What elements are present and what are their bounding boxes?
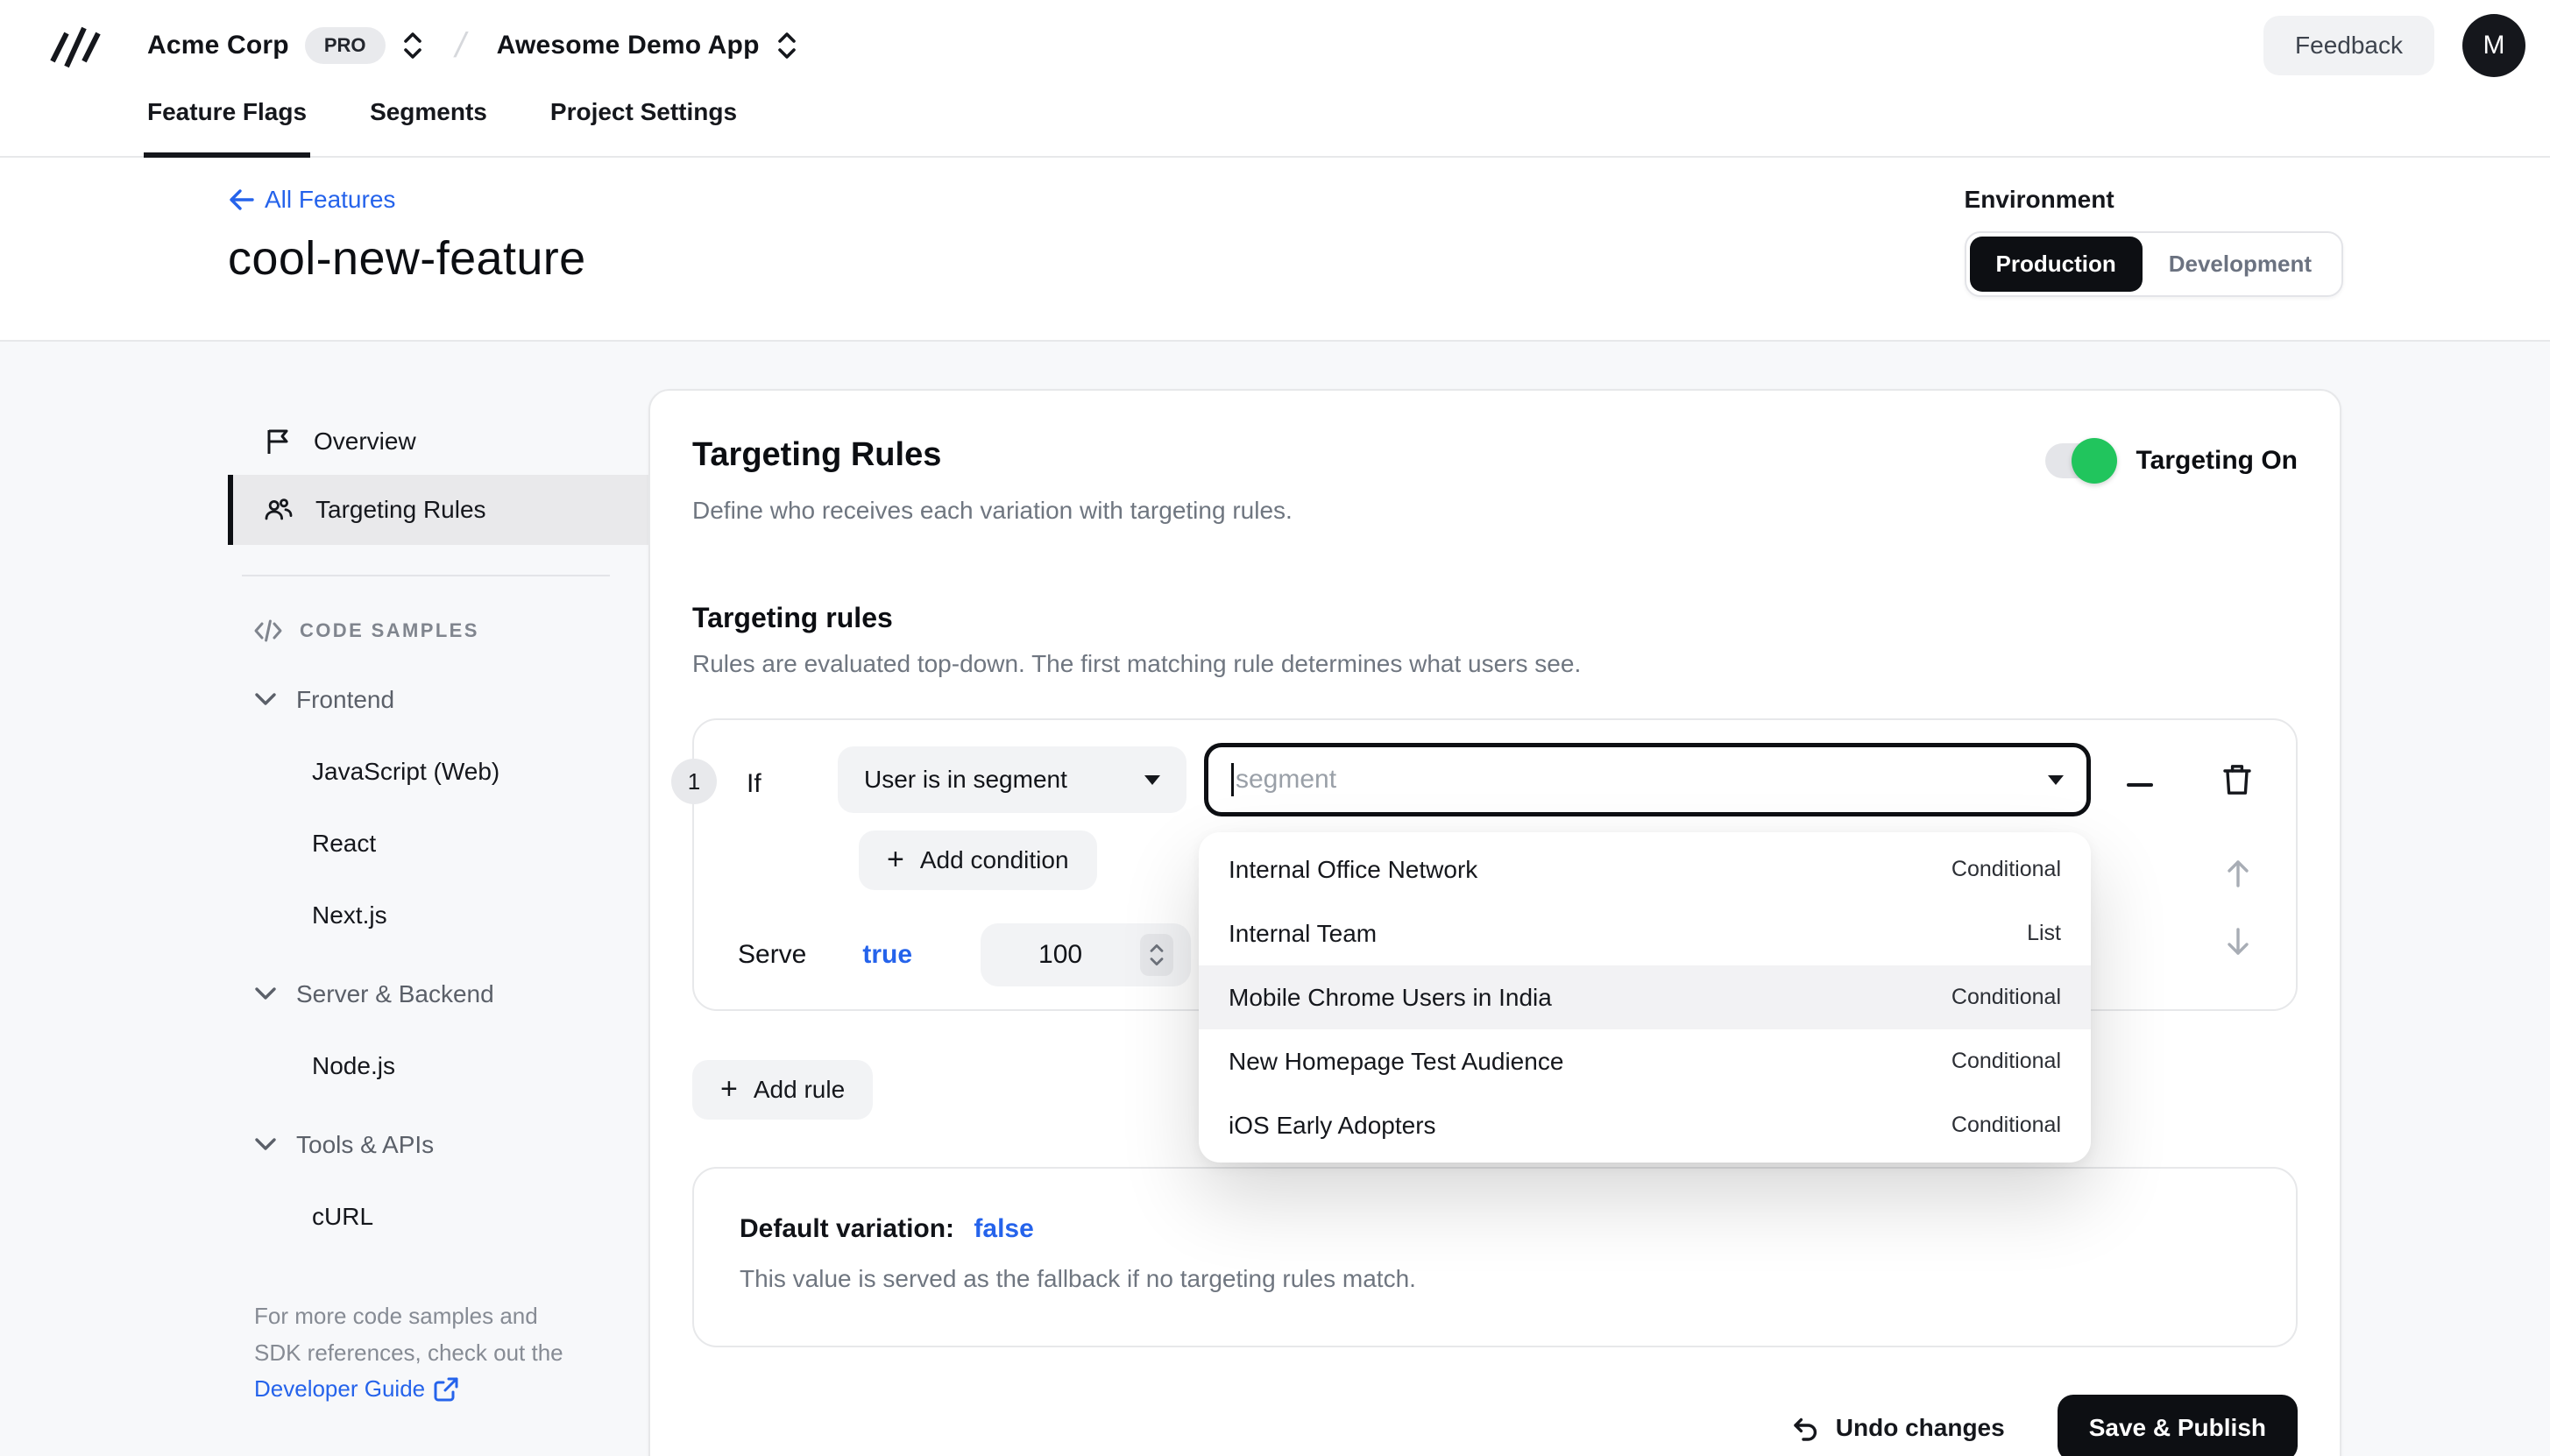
sidebar-item-overview[interactable]: Overview <box>228 408 648 475</box>
segment-placeholder: segment <box>1236 765 1336 795</box>
environment-option-production[interactable]: Production <box>1970 237 2143 292</box>
sidebar-divider <box>242 575 610 576</box>
toggle-knob <box>2072 438 2117 484</box>
add-rule-button[interactable]: + Add rule <box>692 1060 873 1120</box>
sidebar-group-frontend[interactable]: Frontend <box>228 664 648 736</box>
sidebar-item-curl[interactable]: cURL <box>228 1181 648 1253</box>
org-switcher[interactable]: Acme Corp PRO <box>147 27 424 64</box>
section-title: Targeting rules <box>692 602 2298 634</box>
text-cursor <box>1231 763 1234 796</box>
trash-icon <box>2219 760 2256 799</box>
sidebar-group-tools-apis[interactable]: Tools & APIs <box>228 1109 648 1181</box>
primary-tabs: Feature Flags Segments Project Settings <box>0 91 2550 158</box>
environment-switcher: Production Development <box>1965 231 2343 297</box>
targeting-rules-panel: Targeting Rules Define who receives each… <box>648 389 2341 1456</box>
rule-index-badge: 1 <box>671 759 717 804</box>
code-samples-header: CODE SAMPLES <box>228 604 648 657</box>
panel-subtitle: Define who receives each variation with … <box>692 497 1293 525</box>
arrow-down-icon <box>2222 925 2254 958</box>
chevron-down-icon <box>254 1137 277 1153</box>
chevron-down-icon <box>254 986 277 1002</box>
environment-option-development[interactable]: Development <box>2143 237 2338 292</box>
caret-down-icon <box>1144 775 1160 785</box>
tab-project-settings[interactable]: Project Settings <box>550 91 737 158</box>
chevron-up-down-icon <box>776 31 798 60</box>
arrow-up-icon <box>2222 857 2254 890</box>
sidebar-item-react[interactable]: React <box>228 808 648 880</box>
percentage-field[interactable]: 100 <box>981 923 1191 986</box>
user-avatar[interactable]: M <box>2462 14 2525 77</box>
top-navigation-bar: Acme Corp PRO / Awesome Demo App Feedb <box>0 0 2550 158</box>
segment-option[interactable]: iOS Early Adopters Conditional <box>1199 1093 2091 1157</box>
project-switcher[interactable]: Awesome Demo App <box>497 31 798 60</box>
app-logo-icon[interactable] <box>46 16 105 75</box>
move-rule-up-button[interactable] <box>2222 857 2254 890</box>
feedback-button[interactable]: Feedback <box>2263 16 2434 75</box>
page-title: cool-new-feature <box>228 231 586 286</box>
external-link-icon <box>434 1377 458 1402</box>
code-icon <box>254 619 282 642</box>
segment-option[interactable]: Internal Office Network Conditional <box>1199 838 2091 901</box>
delete-rule-button[interactable] <box>2219 759 2261 801</box>
environment-label: Environment <box>1965 186 2343 214</box>
default-variation-value[interactable]: false <box>974 1214 1033 1243</box>
targeting-toggle-label: Targeting On <box>2136 446 2298 476</box>
default-variation-label: Default variation: <box>740 1214 954 1243</box>
tab-feature-flags[interactable]: Feature Flags <box>147 91 307 158</box>
panel-title: Targeting Rules <box>692 436 1293 474</box>
segment-option-highlighted[interactable]: Mobile Chrome Users in India Conditional <box>1199 965 2091 1029</box>
segment-combobox-input[interactable]: segment <box>1204 743 2091 816</box>
panel-footer: Undo changes Save & Publish <box>692 1395 2298 1456</box>
breadcrumb-separator: / <box>451 26 470 66</box>
caret-down-icon <box>2048 775 2064 785</box>
sidebar: Overview Targeting Rules <box>228 342 648 1456</box>
segment-dropdown-menu: Internal Office Network Conditional Inte… <box>1199 832 2091 1163</box>
move-rule-down-button[interactable] <box>2222 925 2254 958</box>
plan-badge: PRO <box>305 27 386 64</box>
sidebar-item-nextjs[interactable]: Next.js <box>228 880 648 951</box>
back-to-all-features-link[interactable]: All Features <box>228 186 586 214</box>
serve-label: Serve <box>738 940 806 970</box>
back-arrow-icon <box>228 187 256 212</box>
serve-variation-value[interactable]: true <box>862 940 912 970</box>
if-label: If <box>747 769 761 799</box>
section-subtitle: Rules are evaluated top-down. The first … <box>692 650 2298 678</box>
developer-guide-link[interactable]: Developer Guide <box>254 1371 458 1408</box>
plus-icon: + <box>887 843 904 877</box>
chevron-down-icon <box>254 692 277 708</box>
percentage-stepper[interactable] <box>1140 934 1173 976</box>
undo-icon <box>1790 1413 1820 1443</box>
flag-icon <box>263 427 293 456</box>
targeting-toggle[interactable] <box>2045 443 2112 478</box>
tab-segments[interactable]: Segments <box>370 91 487 158</box>
page-header: All Features cool-new-feature Environmen… <box>0 158 2550 342</box>
users-icon <box>263 495 294 525</box>
plus-icon: + <box>720 1072 738 1106</box>
sidebar-group-server-backend[interactable]: Server & Backend <box>228 958 648 1030</box>
sidebar-item-nodejs[interactable]: Node.js <box>228 1030 648 1102</box>
app-window: Acme Corp PRO / Awesome Demo App Feedb <box>0 0 2550 1456</box>
sidebar-item-targeting-rules[interactable]: Targeting Rules <box>228 475 648 545</box>
segment-option[interactable]: Internal Team List <box>1199 901 2091 965</box>
org-name: Acme Corp <box>147 31 289 60</box>
remove-condition-button[interactable] <box>2121 766 2159 804</box>
segment-option[interactable]: New Homepage Test Audience Conditional <box>1199 1029 2091 1093</box>
minus-icon <box>2127 783 2153 787</box>
project-name: Awesome Demo App <box>497 31 760 60</box>
undo-changes-button[interactable]: Undo changes <box>1790 1413 2005 1443</box>
sidebar-footer-note: For more code samples and SDK references… <box>254 1298 596 1408</box>
default-variation-description: This value is served as the fallback if … <box>740 1265 2250 1293</box>
chevron-up-down-icon <box>401 31 424 60</box>
default-variation-card: Default variation: false This value is s… <box>692 1167 2298 1347</box>
sidebar-item-javascript-web[interactable]: JavaScript (Web) <box>228 736 648 808</box>
percentage-value: 100 <box>981 940 1140 970</box>
save-publish-button[interactable]: Save & Publish <box>2058 1395 2298 1456</box>
add-condition-button[interactable]: + Add condition <box>859 830 1097 890</box>
condition-type-select[interactable]: User is in segment <box>838 746 1186 813</box>
